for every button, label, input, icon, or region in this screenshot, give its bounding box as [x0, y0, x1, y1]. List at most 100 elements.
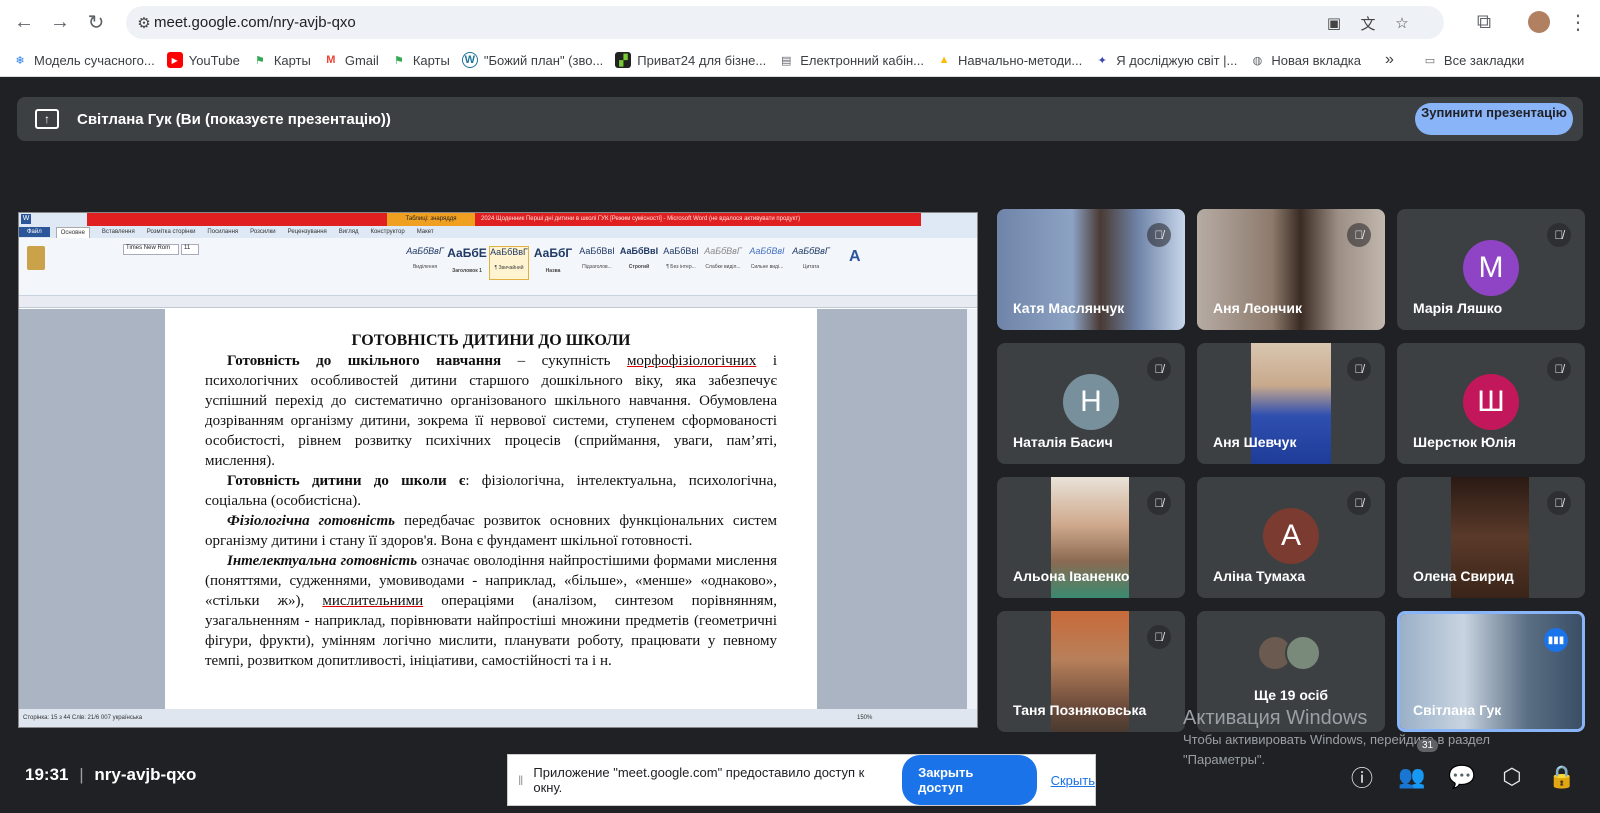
translate-icon[interactable]: 文 — [1358, 13, 1378, 33]
tab-review[interactable]: Рецензування — [288, 229, 327, 235]
mic-off-icon: 🎙̸ — [1547, 223, 1571, 247]
vertical-scrollbar[interactable] — [967, 309, 977, 709]
style-subtle[interactable]: АаБбВвГ Слабке виділ... — [703, 246, 743, 280]
word-icon: W — [21, 214, 31, 224]
mic-off-icon: 🎙̸ — [1147, 357, 1171, 381]
tab-references[interactable]: Посилання — [207, 229, 238, 235]
font-name-box[interactable]: Times New Rom — [123, 244, 179, 255]
tab-home[interactable]: Основне — [55, 226, 90, 238]
avatar: M — [1463, 240, 1519, 296]
bookmark[interactable]: ▞ Приват24 для бізне... — [615, 52, 766, 68]
separator: | — [79, 765, 84, 784]
style-subtitle[interactable]: АаБбВвІ Підзаголов... — [577, 246, 617, 280]
bookmark[interactable]: ✦ Я досліджую світ |... — [1094, 52, 1238, 68]
participant-tile[interactable]: 🎙̸ Таня Позняковська — [997, 611, 1185, 732]
participant-name: Аня Леончик — [1213, 300, 1302, 316]
camera-icon[interactable]: ▣ — [1324, 13, 1344, 33]
sharing-notice-text: Приложение "meet.google.com" предоставил… — [533, 765, 865, 795]
bookmark[interactable]: ❄ Модель сучасного... — [12, 52, 154, 68]
participant-tile[interactable]: Ш 🎙̸ Шерстюк Юлія — [1397, 343, 1585, 464]
participant-tile[interactable]: 🎙̸ Олена Свирид — [1397, 477, 1585, 598]
style-title[interactable]: АаБбГ Назва — [533, 246, 573, 280]
participant-tile[interactable]: 🎙̸ Аня Шевчук — [1197, 343, 1385, 464]
bookmark[interactable]: ▶ YouTube — [166, 52, 240, 68]
participant-tile[interactable]: M 🎙̸ Марія Ляшко — [1397, 209, 1585, 330]
bookmark[interactable]: M Gmail — [323, 52, 379, 68]
stop-presenting-button[interactable]: Зупинити презентацію — [1415, 103, 1573, 135]
participant-name: Шерстюк Юлія — [1413, 434, 1516, 450]
site-info-icon[interactable]: ⚙ — [134, 13, 154, 33]
style-heading1[interactable]: АаБбЕ Заголовок 1 — [447, 246, 487, 280]
participant-tile[interactable]: 🎙̸ Аня Леончик — [1197, 209, 1385, 330]
all-bookmarks[interactable]: ▭ Все закладки — [1422, 52, 1525, 68]
participant-tile[interactable]: 🎙̸ Альона Іваненко — [997, 477, 1185, 598]
word-titlebar: W Таблиці: знаряддя 2024 Щоденник Перші … — [19, 213, 977, 226]
bookmark[interactable]: ⚑ Карты — [252, 52, 311, 68]
document-heading: ГОТОВНІСТЬ ДИТИНИ ДО ШКОЛИ — [351, 332, 631, 349]
participant-name: Катя Маслянчук — [1013, 300, 1125, 316]
tab-layout-table[interactable]: Макет — [417, 229, 434, 235]
style-quote[interactable]: АаБбВвГ Цитата — [791, 246, 831, 280]
address-bar[interactable]: ⚙ meet.google.com/nry-avjb-qxo ▣ 文 ☆ — [126, 6, 1444, 39]
host-controls-icon[interactable]: 🔒 — [1547, 762, 1577, 792]
change-styles-icon[interactable]: A — [849, 248, 861, 266]
shared-word-window: W Таблиці: знаряддя 2024 Щоденник Перші … — [18, 212, 978, 728]
star-icon[interactable]: ☆ — [1392, 13, 1412, 33]
participant-name: Олена Свирид — [1413, 568, 1514, 584]
participant-tile[interactable]: 🎙̸ Катя Маслянчук — [997, 209, 1185, 330]
profile-avatar[interactable] — [1528, 11, 1550, 33]
mic-off-icon: 🎙̸ — [1347, 223, 1371, 247]
drag-handle-icon[interactable]: ‖ — [518, 773, 523, 788]
present-icon: ↑ — [35, 109, 59, 129]
globe-icon: ◍ — [1252, 54, 1263, 67]
more-bookmarks-icon[interactable]: » — [1385, 51, 1394, 69]
chat-icon[interactable]: 💬 — [1447, 762, 1477, 792]
bookmark[interactable]: W "Божий план" (зво... — [461, 52, 603, 68]
back-icon[interactable]: ← — [6, 4, 42, 40]
style-emphasis[interactable]: АаБбВвГ Виділення — [405, 246, 445, 280]
bookmark[interactable]: ▤ Електронний кабін... — [778, 52, 924, 68]
clock: 19:31 — [25, 765, 69, 784]
document-page[interactable]: ГОТОВНІСТЬ ДИТИНИ ДО ШКОЛИ Готовність до… — [165, 309, 817, 709]
style-no-spacing[interactable]: АаБбВвІ ¶ Без інтер... — [661, 246, 701, 280]
activities-icon[interactable]: ⬡ — [1497, 762, 1527, 792]
forward-icon[interactable]: → — [42, 4, 78, 40]
style-intense[interactable]: АаБбВвІ Сильне виді... — [747, 246, 787, 280]
drive-icon: ▲ — [938, 54, 950, 66]
participant-tile[interactable]: А 🎙̸ Аліна Тумаха — [1197, 477, 1385, 598]
people-icon[interactable]: 👥 — [1397, 762, 1427, 792]
tab-view[interactable]: Вигляд — [339, 229, 359, 235]
tab-insert[interactable]: Вставлення — [102, 229, 135, 235]
bookmarks-bar: ❄ Модель сучасного... ▶ YouTube ⚑ Карты M Gm… — [0, 44, 1600, 77]
bookmark[interactable]: ▲ Навчально-методи... — [936, 52, 1083, 68]
ribbon: Times New Rom 11 АаБбВвГ Виділення АаБбЕ З… — [19, 238, 977, 296]
extensions-icon[interactable]: ⧉ — [1466, 4, 1502, 40]
tab-layout[interactable]: Розмітка сторінки — [147, 229, 196, 235]
stop-sharing-button[interactable]: Закрыть доступ — [902, 755, 1037, 805]
gmail-icon: M — [326, 54, 336, 66]
info-icon[interactable]: ⓘ — [1347, 762, 1377, 792]
tab-file[interactable]: Файл — [19, 227, 50, 237]
ribbon-tabs: Файл Основне Вставлення Розмітка сторінк… — [19, 226, 977, 238]
hide-link[interactable]: Скрыть — [1051, 773, 1095, 788]
style-strong[interactable]: АаБбВвІ Строгий — [619, 246, 659, 280]
url-text[interactable]: meet.google.com/nry-avjb-qxo — [154, 14, 356, 31]
font-size-box[interactable]: 11 — [181, 244, 199, 255]
paste-icon[interactable] — [27, 246, 45, 270]
participant-name: Наталія Басич — [1013, 434, 1113, 450]
meeting-info: 19:31 | nry-avjb-qxo — [25, 765, 196, 785]
zoom-level[interactable]: 150% — [857, 709, 872, 727]
tab-mailings[interactable]: Розсилки — [250, 229, 276, 235]
reload-icon[interactable]: ↻ — [78, 4, 114, 40]
tab-design[interactable]: Конструктор — [370, 229, 404, 235]
bookmark[interactable]: ⚑ Карты — [391, 52, 450, 68]
bookmark[interactable]: ◍ Новая вкладка — [1249, 52, 1361, 68]
menu-icon[interactable]: ⋮ — [1560, 4, 1596, 40]
avatar: Н — [1063, 374, 1119, 430]
avatar — [1285, 635, 1321, 671]
participant-tile[interactable]: Н 🎙̸ Наталія Басич — [997, 343, 1185, 464]
youtube-icon: ▶ — [166, 52, 183, 68]
paragraph: Готовність до шкільного навчання – сукуп… — [205, 353, 777, 469]
style-normal[interactable]: АаБбВвГ ¶ Звичайний — [489, 246, 529, 280]
mic-off-icon: 🎙̸ — [1547, 357, 1571, 381]
